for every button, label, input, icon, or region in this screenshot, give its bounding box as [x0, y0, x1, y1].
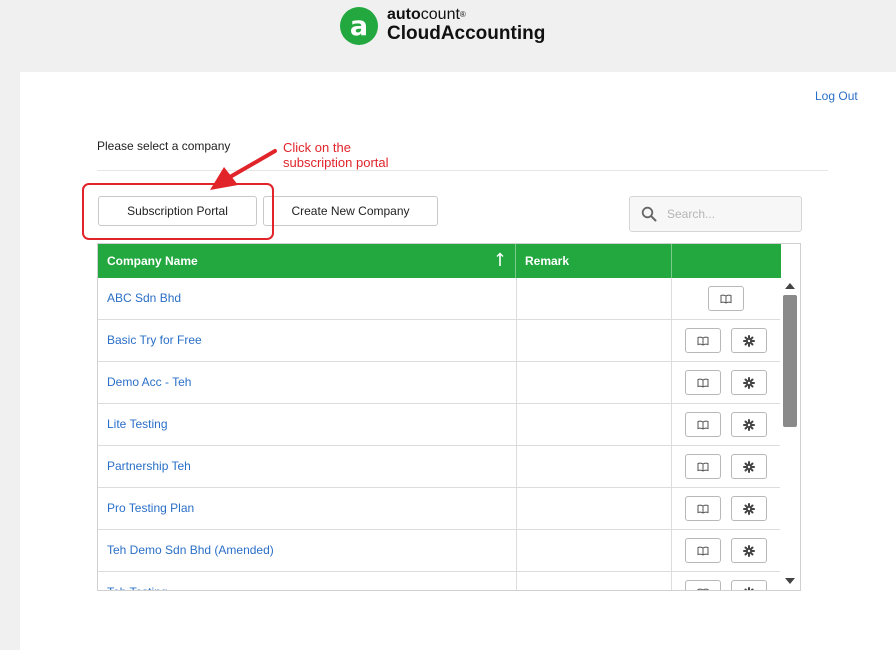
open-company-button[interactable] — [685, 496, 721, 521]
table-scrollbar[interactable] — [780, 278, 800, 590]
scroll-down-arrow-icon[interactable] — [785, 578, 795, 584]
table-row[interactable]: ABC Sdn Bhd — [98, 278, 781, 320]
logout-link[interactable]: Log Out — [815, 89, 858, 103]
annotation-line-2: subscription portal — [283, 155, 389, 170]
logo-top-line: autocount® — [387, 7, 545, 23]
company-name-link[interactable]: ABC Sdn Bhd — [107, 291, 181, 305]
remark-cell — [516, 488, 672, 529]
table-body: ABC Sdn Bhd Basic Try for Free Demo Acc - … — [98, 278, 781, 590]
book-icon — [697, 588, 709, 590]
book-icon — [697, 378, 709, 388]
open-company-button[interactable] — [685, 454, 721, 479]
open-company-button[interactable] — [685, 412, 721, 437]
logo-trademark: ® — [459, 10, 466, 19]
column-header-actions — [672, 244, 781, 278]
gear-icon — [743, 460, 755, 473]
scrollbar-thumb[interactable] — [783, 295, 797, 427]
company-name-link[interactable]: Teh Demo Sdn Bhd (Amended) — [107, 543, 274, 557]
open-company-button[interactable] — [685, 370, 721, 395]
column-header-company-name[interactable]: Company Name — [98, 244, 516, 278]
remark-cell — [516, 320, 672, 361]
book-icon — [697, 420, 709, 430]
logo-badge-icon: a — [340, 7, 378, 45]
company-settings-button[interactable] — [731, 370, 767, 395]
open-company-button[interactable] — [685, 538, 721, 563]
column-header-remark[interactable]: Remark — [516, 244, 672, 278]
table-row[interactable]: Teh Demo Sdn Bhd (Amended) — [98, 530, 781, 572]
search-box[interactable]: Search... — [629, 196, 802, 232]
company-settings-button[interactable] — [731, 538, 767, 563]
table-row[interactable]: Basic Try for Free — [98, 320, 781, 362]
sort-arrow-up-icon — [496, 252, 504, 266]
company-name-link[interactable]: Pro Testing Plan — [107, 501, 194, 515]
logo-letter: a — [349, 10, 369, 42]
book-icon — [697, 504, 709, 514]
remark-cell — [516, 446, 672, 487]
gear-icon — [743, 502, 755, 515]
annotation-line-1: Click on the — [283, 140, 351, 155]
app-logo: a autocount® CloudAccounting — [340, 5, 545, 47]
company-settings-button[interactable] — [731, 412, 767, 437]
company-name-link[interactable]: Teh Testing — [107, 585, 168, 590]
company-settings-button[interactable] — [731, 328, 767, 353]
create-new-company-button[interactable]: Create New Company — [263, 196, 438, 226]
table-row[interactable]: Partnership Teh — [98, 446, 781, 488]
gear-icon — [744, 586, 754, 590]
company-settings-button[interactable] — [731, 454, 767, 479]
annotation-arrow — [210, 149, 277, 190]
column-header-company-name-label: Company Name — [107, 254, 198, 268]
table-row[interactable]: Demo Acc - Teh — [98, 362, 781, 404]
remark-cell — [516, 572, 672, 590]
annotation-text: Click on the subscription portal — [283, 140, 389, 170]
book-icon — [697, 546, 709, 556]
gear-icon — [743, 376, 755, 389]
logo-brand-bold: auto — [387, 6, 421, 23]
remark-cell — [516, 530, 672, 571]
company-name-link[interactable]: Basic Try for Free — [107, 333, 202, 347]
table-row[interactable]: Lite Testing — [98, 404, 781, 446]
company-settings-button[interactable] — [731, 580, 767, 590]
gear-icon — [743, 544, 755, 557]
search-icon — [641, 206, 657, 222]
open-company-button[interactable] — [708, 286, 744, 311]
book-icon — [720, 294, 732, 304]
company-settings-button[interactable] — [731, 496, 767, 521]
remark-cell — [516, 278, 672, 319]
logo-text: autocount® CloudAccounting — [387, 7, 545, 45]
table-row[interactable]: Pro Testing Plan — [98, 488, 781, 530]
open-company-button[interactable] — [685, 328, 721, 353]
company-table: Company Name Remark ABC Sdn Bhd Basic Try… — [97, 243, 801, 591]
gear-icon — [743, 334, 755, 347]
search-placeholder: Search... — [667, 207, 716, 221]
logo-brand-light: count — [420, 6, 460, 23]
company-name-link[interactable]: Lite Testing — [107, 417, 168, 431]
company-name-link[interactable]: Demo Acc - Teh — [107, 375, 191, 389]
open-company-button[interactable] — [685, 580, 721, 590]
scroll-up-arrow-icon[interactable] — [785, 283, 795, 289]
remark-cell — [516, 404, 672, 445]
gear-icon — [743, 418, 755, 431]
remark-cell — [516, 362, 672, 403]
table-header: Company Name Remark — [98, 244, 781, 278]
book-icon — [697, 336, 709, 346]
logo-product-name: CloudAccounting — [387, 23, 546, 44]
company-name-link[interactable]: Partnership Teh — [107, 459, 191, 473]
book-icon — [697, 462, 709, 472]
table-row[interactable]: Teh Testing — [98, 572, 781, 590]
